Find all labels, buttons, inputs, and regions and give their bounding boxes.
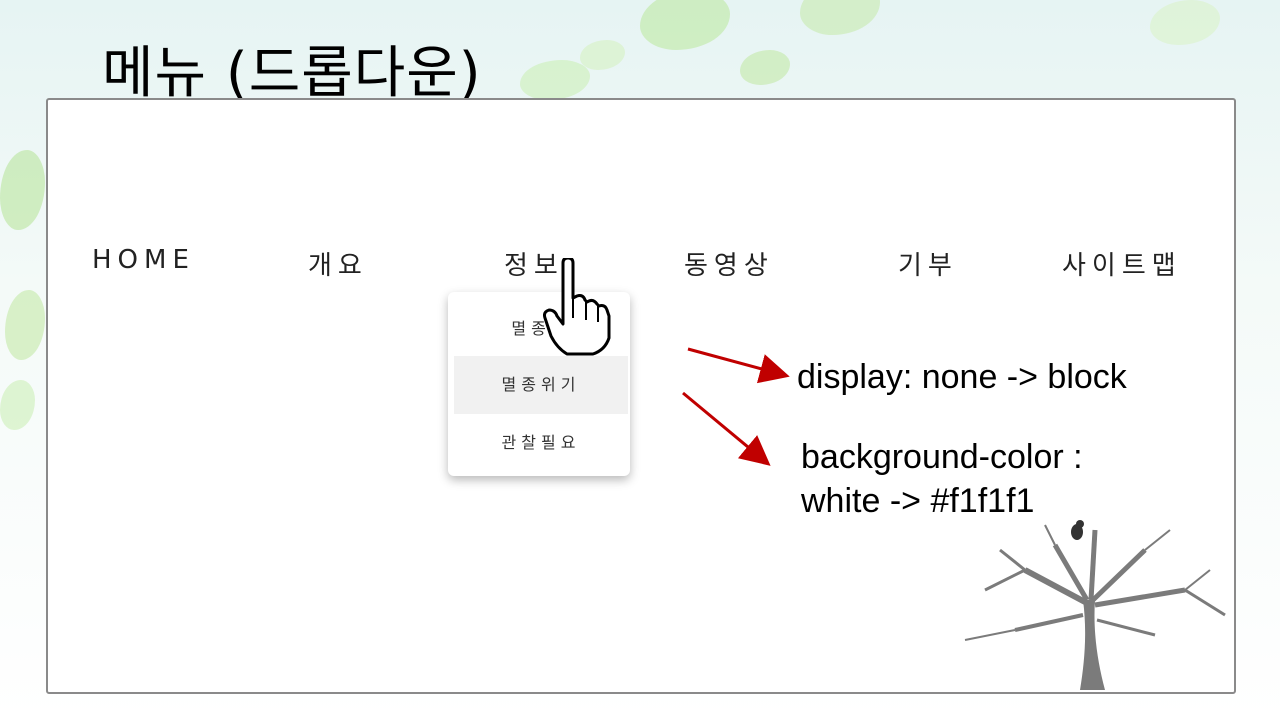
- hand-pointer-icon: [543, 258, 611, 356]
- arrow-to-display-note: [687, 347, 790, 384]
- bg-note-line1: background-color :: [801, 438, 1083, 476]
- arrow-to-bg-note: [682, 391, 771, 466]
- bg-note-line2: white -> #f1f1f1: [801, 482, 1035, 520]
- display-note: display: none -> block: [797, 358, 1127, 396]
- tree-with-bird-illustration: [964, 520, 1226, 690]
- bird-icon: [1071, 520, 1084, 540]
